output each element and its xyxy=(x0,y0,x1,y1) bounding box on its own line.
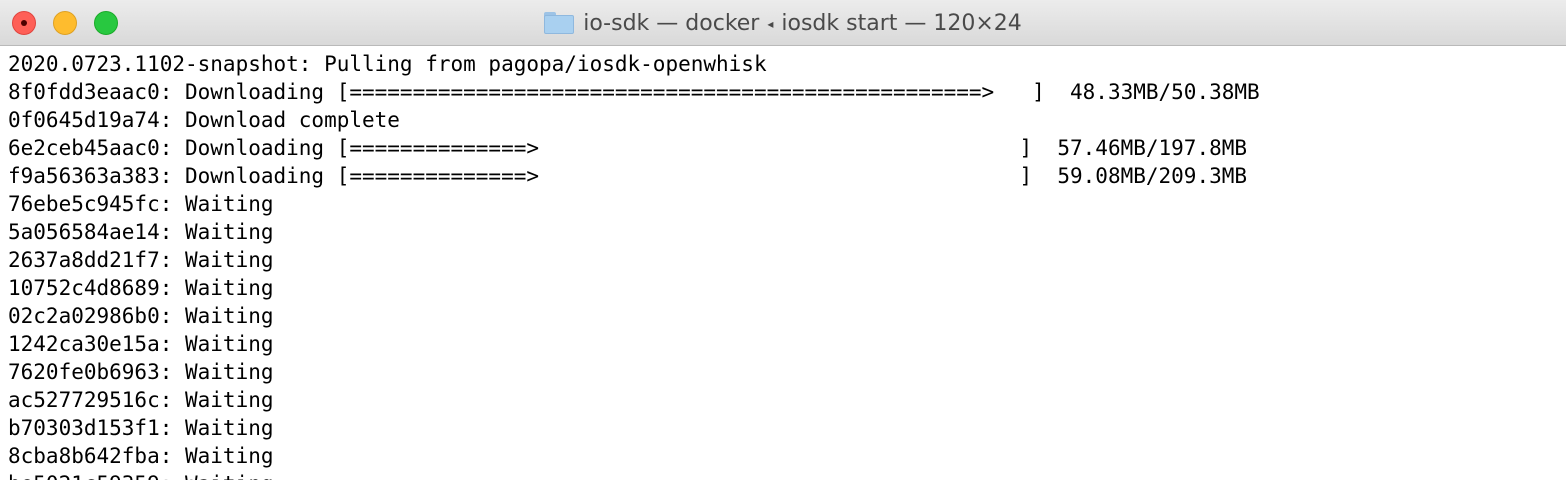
terminal-line: 10752c4d8689: Waiting xyxy=(8,276,274,300)
window-title: io-sdk — docker ◂ iosdk start — 120×24 xyxy=(0,0,1566,46)
terminal-line: 8f0fdd3eaac0: Downloading [=============… xyxy=(8,80,1260,104)
terminal-line: f9a56363a383: Downloading [=============… xyxy=(8,164,1248,188)
terminal-line: b70303d153f1: Waiting xyxy=(8,416,274,440)
terminal-line: ac527729516c: Waiting xyxy=(8,388,274,412)
terminal-line: 76ebe5c945fc: Waiting xyxy=(8,192,274,216)
title-size: 120×24 xyxy=(933,10,1022,36)
folder-icon xyxy=(544,12,575,34)
title-arrow-icon: ◂ xyxy=(767,17,774,31)
terminal-line: 6e2ceb45aac0: Downloading [=============… xyxy=(8,136,1248,160)
terminal-line: 8cba8b642fba: Waiting xyxy=(8,444,274,468)
terminal-output[interactable]: 2020.0723.1102-snapshot: Pulling from pa… xyxy=(8,50,1558,480)
terminal-line: 02c2a02986b0: Waiting xyxy=(8,304,274,328)
title-process: docker xyxy=(685,10,760,36)
title-bar[interactable]: io-sdk — docker ◂ iosdk start — 120×24 xyxy=(0,0,1566,46)
terminal-line: 2020.0723.1102-snapshot: Pulling from pa… xyxy=(8,52,767,76)
title-folder: io-sdk xyxy=(583,10,650,36)
terminal-line: 1242ca30e15a: Waiting xyxy=(8,332,274,356)
terminal-line: 7620fe0b6963: Waiting xyxy=(8,360,274,384)
terminal-window: io-sdk — docker ◂ iosdk start — 120×24 2… xyxy=(0,0,1566,480)
terminal-line: 0f0645d19a74: Download complete xyxy=(8,108,400,132)
terminal-line: 5a056584ae14: Waiting xyxy=(8,220,274,244)
title-command: iosdk start xyxy=(781,10,898,36)
title-dash: — xyxy=(904,10,927,36)
title-dash: — xyxy=(656,10,679,36)
terminal-line: 2637a8dd21f7: Waiting xyxy=(8,248,274,272)
terminal-line: be5021c59359: Waiting xyxy=(8,470,1558,480)
